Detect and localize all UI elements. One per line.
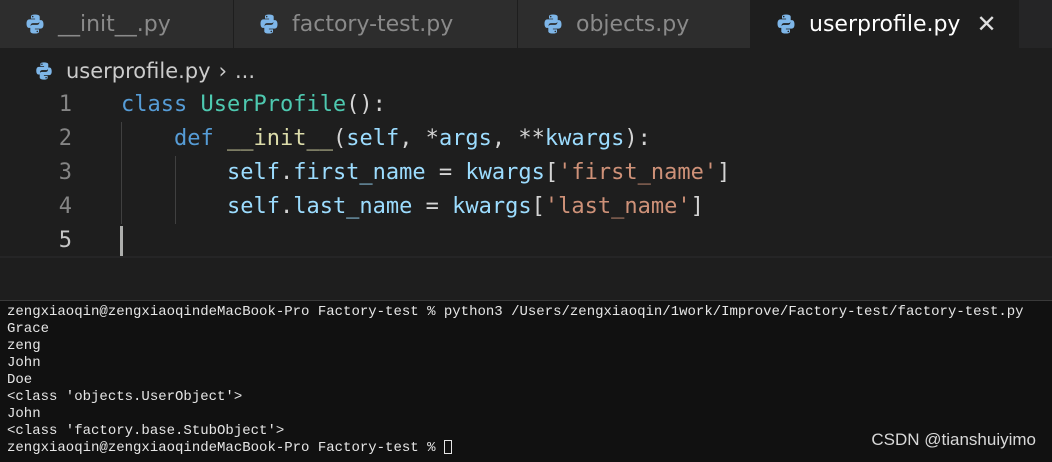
tab-init[interactable]: __init__.py <box>0 0 234 48</box>
breadcrumb: userprofile.py › ... <box>34 56 255 86</box>
code-line[interactable]: 3 self.first_name = kwargs['first_name'] <box>0 156 1052 190</box>
code-line[interactable]: 4 self.last_name = kwargs['last_name'] <box>0 190 1052 224</box>
tab-label: objects.py <box>576 11 690 37</box>
text-cursor <box>120 226 123 256</box>
terminal-cursor <box>443 440 452 455</box>
code-token: (): <box>346 92 386 117</box>
tab-userprofile[interactable]: userprofile.py ✕ <box>751 0 1019 48</box>
breadcrumb-file[interactable]: userprofile.py <box>66 59 211 83</box>
code-token: ): <box>624 126 651 151</box>
line-number: 5 <box>58 228 72 253</box>
watermark: CSDN @tianshuiyimo <box>871 430 1036 449</box>
indent-guide <box>121 122 122 224</box>
code-token: self <box>226 160 280 185</box>
terminal-command-line: zengxiaoqin@zengxiaoqindeMacBook-Pro Fac… <box>7 304 1024 320</box>
code-editor[interactable]: 1 class UserProfile(): 2 def __init__(se… <box>0 88 1052 258</box>
terminal-output-line: Doe <box>7 372 33 388</box>
line-number: 2 <box>58 126 72 151</box>
breadcrumb-more[interactable]: ... <box>235 59 255 83</box>
code-token: ] <box>690 194 704 219</box>
code-token: __init__ <box>226 126 333 151</box>
terminal-output-line: <class 'objects.UserObject'> <box>7 389 243 405</box>
terminal-output-line: John <box>7 406 41 422</box>
code-token: 'first_name' <box>558 160 718 185</box>
terminal-panel[interactable]: zengxiaoqin@zengxiaoqindeMacBook-Pro Fac… <box>0 300 1052 462</box>
code-token: class <box>121 92 188 117</box>
code-token: last_name <box>293 194 413 219</box>
code-token: first_name <box>293 160 426 185</box>
tab-factory-test[interactable]: factory-test.py <box>234 0 518 48</box>
python-icon <box>36 62 52 80</box>
tab-label: __init__.py <box>58 11 171 37</box>
terminal-output-line: zeng <box>7 338 41 354</box>
tab-bar-empty-area <box>1019 0 1052 48</box>
line-number: 4 <box>58 194 72 219</box>
code-line[interactable]: 2 def __init__(self, *args, **kwargs): <box>0 122 1052 156</box>
panel-gap <box>0 258 1052 300</box>
code-token: . <box>279 160 294 185</box>
tab-objects[interactable]: objects.py <box>518 0 751 48</box>
code-token: 'last_name' <box>544 194 691 219</box>
terminal-output-line: John <box>7 355 41 371</box>
terminal-prompt: zengxiaoqin@zengxiaoqindeMacBook-Pro Fac… <box>7 440 444 456</box>
code-token: self <box>346 126 400 151</box>
editor-tab-bar: __init__.py factory-test.py objects.py u… <box>0 0 1052 48</box>
indent-guide <box>175 156 176 224</box>
python-icon <box>777 14 795 34</box>
code-token: ( <box>332 126 347 151</box>
code-token: = <box>412 194 453 219</box>
code-token: def <box>173 126 214 151</box>
terminal-output-line: Grace <box>7 321 50 337</box>
code-token: , * <box>399 126 439 151</box>
code-token: [ <box>544 160 559 185</box>
code-text: def __init__(self, *args, **kwargs): <box>121 122 651 156</box>
code-line[interactable]: 1 class UserProfile(): <box>0 88 1052 122</box>
line-number: 3 <box>58 160 72 185</box>
chevron-right-icon: › <box>218 59 227 83</box>
tab-label: factory-test.py <box>292 11 454 37</box>
code-token: . <box>279 194 294 219</box>
code-line-current[interactable]: 5 <box>0 224 1052 258</box>
code-token: kwargs <box>465 160 545 185</box>
python-icon <box>544 14 562 34</box>
code-token: UserProfile <box>200 92 347 117</box>
python-icon <box>260 14 278 34</box>
code-token: self <box>226 194 280 219</box>
close-icon[interactable]: ✕ <box>976 10 996 38</box>
code-token: , ** <box>491 126 545 151</box>
code-token: ] <box>717 160 731 185</box>
code-token: = <box>425 160 466 185</box>
python-icon <box>26 14 44 34</box>
code-text: class UserProfile(): <box>121 88 386 122</box>
line-number: 1 <box>58 92 72 117</box>
code-token: [ <box>531 194 545 219</box>
code-token: args <box>438 126 492 151</box>
code-token: kwargs <box>452 194 532 219</box>
code-text: self.last_name = kwargs['last_name'] <box>121 190 704 224</box>
code-token: kwargs <box>544 126 625 151</box>
tab-label: userprofile.py <box>809 11 961 37</box>
code-text: self.first_name = kwargs['first_name'] <box>121 156 730 190</box>
